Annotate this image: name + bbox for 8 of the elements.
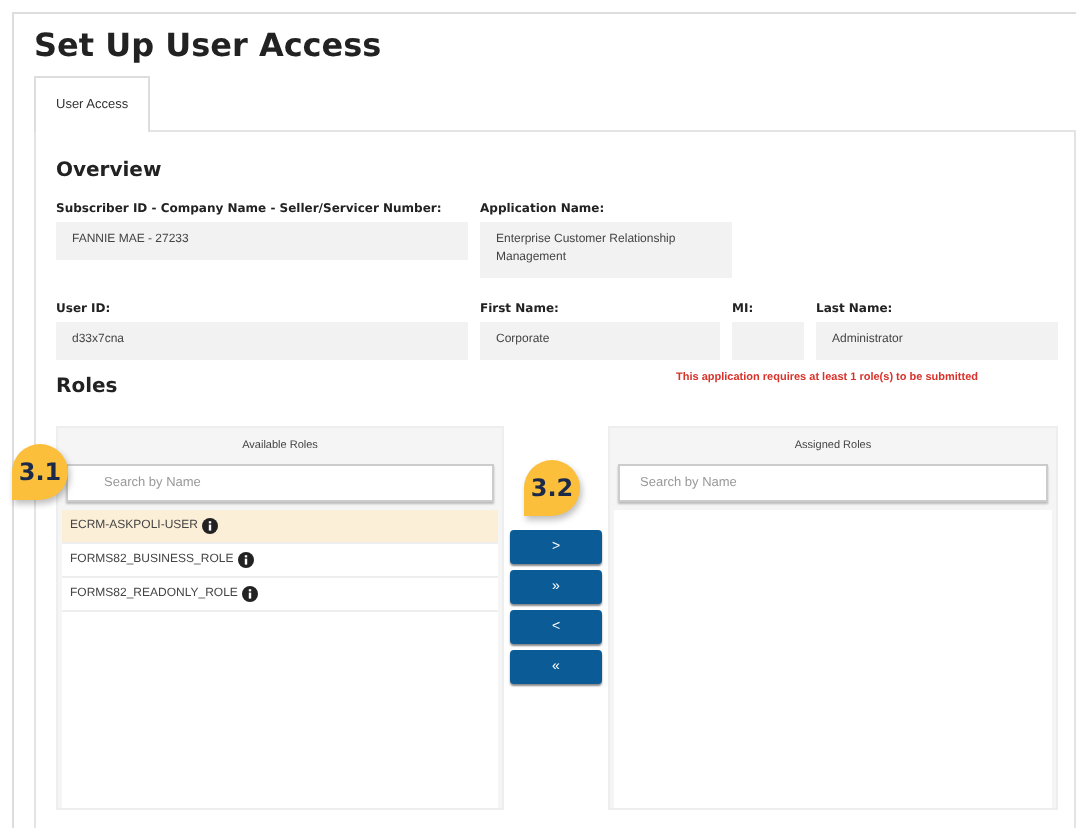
section-heading: Roles — [56, 376, 118, 398]
page-title: Set Up User Access — [34, 26, 384, 64]
info-icon — [241, 586, 258, 602]
info-icon — [237, 552, 254, 568]
info-icon — [202, 518, 219, 534]
callout-badge: 3.1 — [12, 444, 68, 500]
section-heading: Overview — [56, 160, 164, 182]
callout-badge: 3.2 — [524, 460, 580, 516]
